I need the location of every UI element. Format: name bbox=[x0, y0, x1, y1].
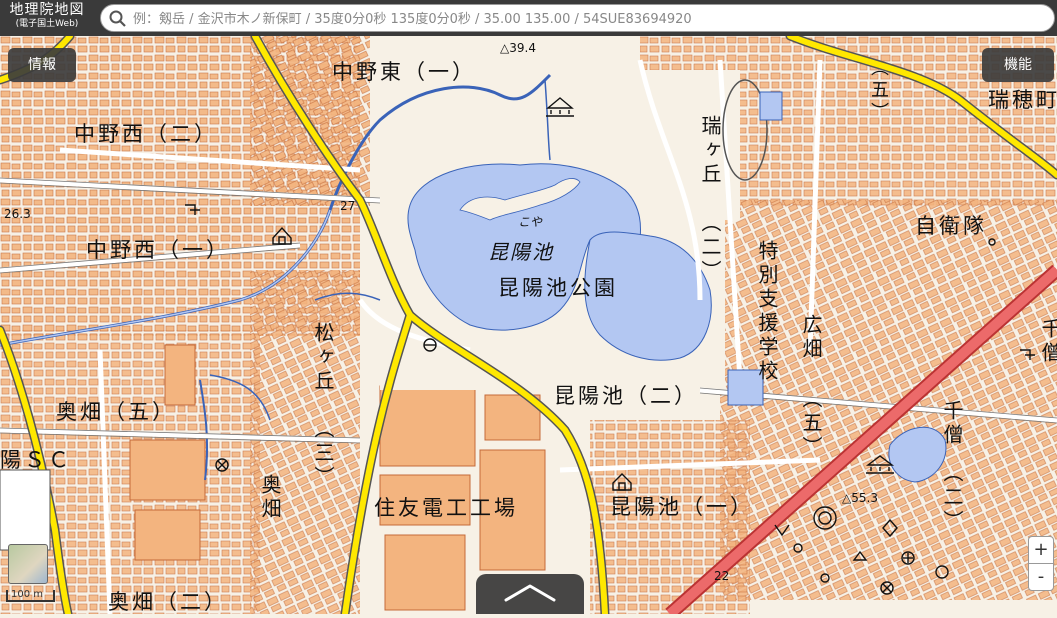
place-label-senzo: 千僧 bbox=[940, 400, 964, 448]
place-label-senzo-2: （二） bbox=[940, 462, 964, 534]
elevation-label: △39.4 bbox=[500, 41, 536, 55]
place-label-sumitomo-factory: 住友電工工場 bbox=[374, 496, 518, 520]
place-label-okubata: 奥畑 bbox=[258, 474, 282, 522]
scale-bar: 100 m bbox=[6, 590, 55, 602]
place-label-koyaike-2: 昆陽池（二） bbox=[554, 384, 698, 408]
place-label-okubata-2: 奥畑（二） bbox=[108, 590, 228, 614]
place-label-nakano-higashi-1: 中野東（一） bbox=[332, 60, 476, 84]
logo-title: 地理院地図 bbox=[9, 2, 85, 18]
elevation-label: △55.3 bbox=[842, 491, 878, 505]
search-icon[interactable] bbox=[109, 10, 127, 28]
place-label-matsugaoka: 松ヶ丘 bbox=[311, 322, 335, 394]
place-label-matsugaoka-3: （三） bbox=[311, 418, 335, 490]
sports-field bbox=[0, 469, 51, 551]
place-label-senzo-right: 千僧 bbox=[1038, 318, 1057, 366]
zoom-out-button[interactable]: - bbox=[1028, 563, 1054, 591]
elevation-label: 22 bbox=[714, 569, 730, 583]
elevation-label: 26.3 bbox=[4, 207, 31, 221]
place-label-yo-sc: 陽ＳＣ bbox=[0, 448, 72, 472]
place-label-okubata-5: 奥畑（五） bbox=[56, 400, 176, 424]
place-label-hirohata-5: （五） bbox=[799, 388, 823, 460]
place-label-koyaike-1: 昆陽池（一） bbox=[610, 495, 754, 519]
place-label-koya: こや bbox=[518, 215, 543, 229]
search-box[interactable] bbox=[100, 4, 1055, 32]
place-label-zuikeoka-2: （二） bbox=[698, 212, 722, 284]
background-map-thumbnail[interactable] bbox=[8, 544, 48, 584]
top-toolbar: 地理院地図 (電子国土Web) bbox=[0, 0, 1057, 36]
chevron-up-icon[interactable] bbox=[476, 574, 584, 614]
place-label-jieitai: 自衛隊 bbox=[915, 214, 987, 238]
logo-subtitle: (電子国土Web) bbox=[15, 19, 79, 29]
place-label-zuikeoka: 瑞ヶ丘 bbox=[698, 115, 722, 187]
info-button[interactable]: 情報 bbox=[8, 48, 76, 82]
zoom-in-button[interactable]: + bbox=[1028, 536, 1054, 564]
place-label-nakano-nishi-1: 中野西（一） bbox=[86, 238, 230, 262]
place-label-tokubetsu-shien-gakko: 特別支援学校 bbox=[755, 240, 779, 384]
place-label-five-top: （五） bbox=[868, 58, 889, 124]
search-input[interactable] bbox=[131, 8, 1035, 30]
app-logo[interactable]: 地理院地図 (電子国土Web) bbox=[2, 2, 92, 34]
pond-label-koyaike: 昆陽池 bbox=[488, 240, 554, 264]
bottom-drawer-toggle[interactable] bbox=[476, 574, 584, 614]
place-label-nakano-nishi-2: 中野西（二） bbox=[74, 122, 218, 146]
function-button[interactable]: 機能 bbox=[982, 48, 1054, 82]
place-label-hirohata: 広畑 bbox=[799, 314, 823, 362]
elevation-label: 27 bbox=[340, 199, 356, 213]
park-label-koyaike-park: 昆陽池公園 bbox=[498, 276, 618, 300]
place-label-zuiho-cho: 瑞穂町 bbox=[988, 88, 1057, 112]
map-canvas[interactable] bbox=[0, 0, 1057, 614]
